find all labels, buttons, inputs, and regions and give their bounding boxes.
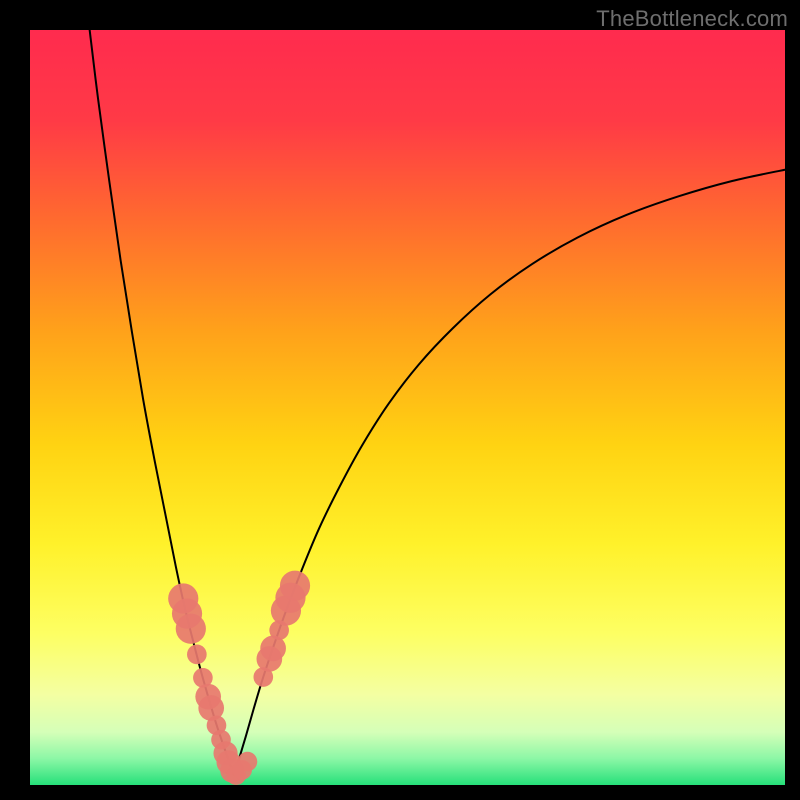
watermark-label: TheBottleneck.com [596, 6, 788, 32]
marker-dot [238, 752, 258, 772]
plot-area [30, 30, 785, 785]
gradient-background [30, 30, 785, 785]
marker-dot [187, 645, 207, 665]
plot-svg [30, 30, 785, 785]
image-frame: TheBottleneck.com [0, 0, 800, 800]
marker-dot [176, 614, 206, 644]
marker-dot [280, 571, 310, 601]
